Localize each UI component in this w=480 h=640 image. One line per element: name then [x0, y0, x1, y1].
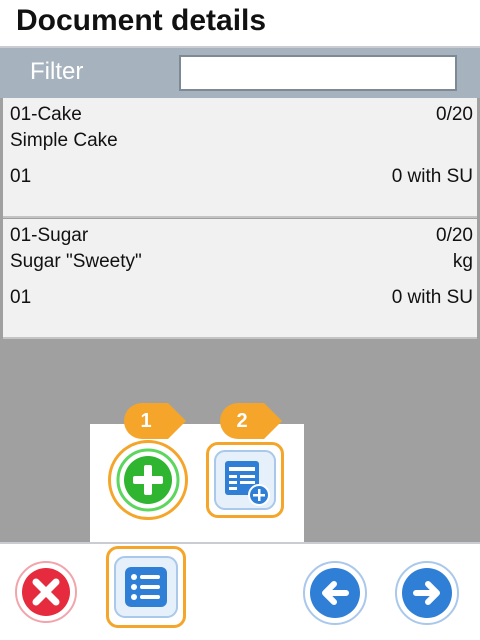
callout-number: 1 — [140, 410, 152, 432]
item-su-status: 0 with SU — [391, 287, 473, 308]
list-icon — [114, 556, 178, 618]
item-quantity: 0/20 — [436, 104, 473, 125]
item-su-status: 0 with SU — [391, 166, 473, 187]
close-icon — [15, 561, 77, 623]
bottom-toolbar — [0, 542, 480, 640]
callout-1: 1 — [124, 403, 186, 439]
cancel-button[interactable] — [14, 560, 78, 624]
arrow-left-icon — [303, 561, 367, 625]
forward-button[interactable] — [394, 560, 460, 626]
document-plus-icon — [214, 450, 276, 510]
filter-bar: Filter — [0, 48, 480, 98]
item-code: 01-Cake — [10, 104, 82, 125]
add-document-button[interactable] — [206, 442, 284, 518]
add-button[interactable] — [108, 440, 188, 520]
item-quantity: 0/20 — [436, 225, 473, 246]
title-bar: Document details — [0, 0, 480, 48]
list-button[interactable] — [106, 546, 186, 628]
list-item-cake[interactable]: 01-Cake 0/20 Simple Cake 01 0 with SU — [3, 98, 477, 218]
page-title: Document details — [16, 4, 267, 37]
item-name: Simple Cake — [10, 130, 118, 151]
list-item-sugar[interactable]: 01-Sugar 0/20 Sugar "Sweety" kg 01 0 wit… — [3, 219, 477, 339]
item-unit: kg — [452, 251, 473, 272]
callout-2: 2 — [220, 403, 282, 439]
filter-label: Filter — [30, 58, 84, 85]
item-batch: 01 — [10, 166, 32, 187]
plus-circle-icon — [116, 448, 180, 512]
arrow-right-icon — [395, 561, 459, 625]
item-name: Sugar "Sweety" — [10, 251, 142, 272]
item-batch: 01 — [10, 287, 32, 308]
back-button[interactable] — [302, 560, 368, 626]
filter-input[interactable] — [179, 55, 457, 91]
item-code: 01-Sugar — [10, 225, 89, 246]
callout-number: 2 — [236, 410, 248, 432]
action-popup — [90, 424, 304, 542]
